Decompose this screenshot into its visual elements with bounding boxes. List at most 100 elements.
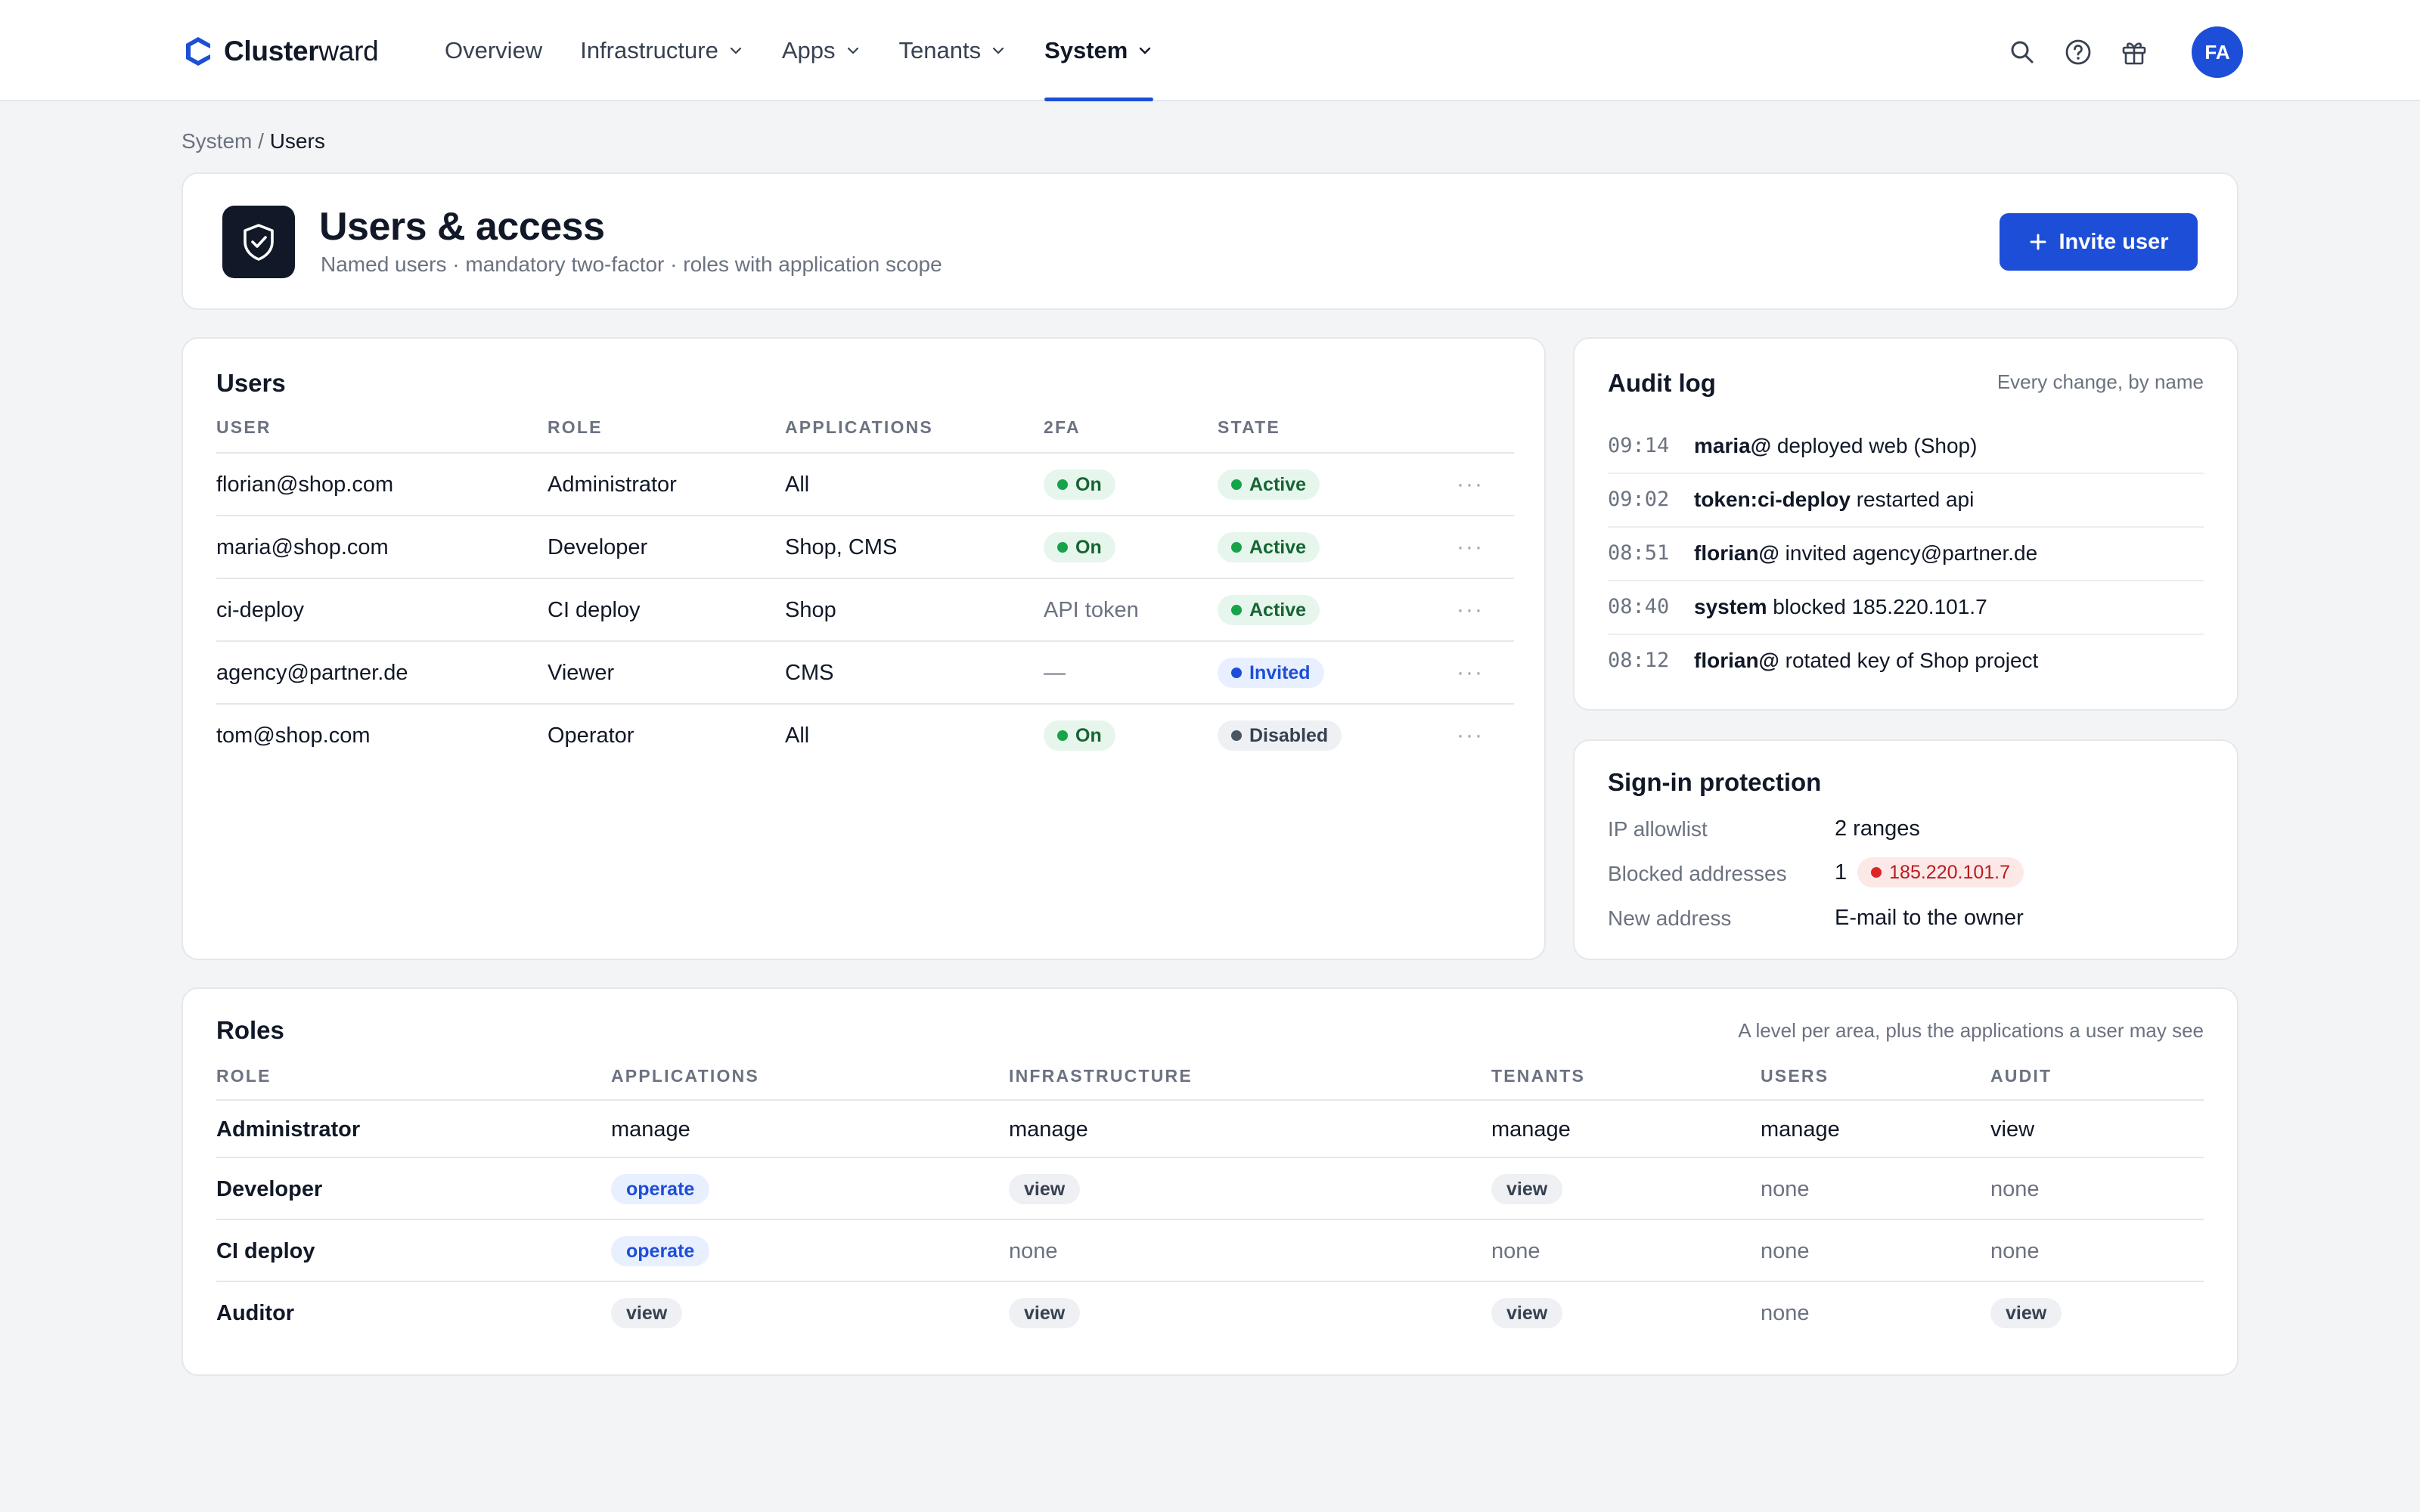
audit-actor: token:ci-deploy xyxy=(1694,487,1851,511)
table-row[interactable]: agency@partner.de Viewer CMS — Invited ··· xyxy=(216,640,1514,702)
more-actions-icon[interactable]: ··· xyxy=(1457,579,1484,641)
user-email: ci-deploy xyxy=(216,597,305,622)
gift-icon[interactable] xyxy=(2119,37,2149,67)
audit-entry[interactable]: 09:14 maria@ deployed web (Shop) xyxy=(1608,419,2204,472)
2fa-label: On xyxy=(1075,536,1102,558)
user-avatar[interactable]: FA xyxy=(2192,26,2243,78)
2fa-badge: On xyxy=(1044,469,1115,500)
role-level: none xyxy=(1761,1220,1810,1282)
page-subtitle: Named users · mandatory two-factor · rol… xyxy=(321,253,942,276)
audit-entry[interactable]: 09:02 token:ci-deploy restarted api xyxy=(1608,472,2204,526)
roles-col-tenants: TENANTS xyxy=(1491,1066,1586,1086)
nav-apps[interactable]: Apps xyxy=(782,0,861,101)
app-logo[interactable]: Clusterward xyxy=(183,33,379,70)
nav-overview[interactable]: Overview xyxy=(445,0,542,101)
user-role: Developer xyxy=(548,534,648,559)
status-dot xyxy=(1057,730,1068,741)
user-applications: CMS xyxy=(785,660,834,685)
status-dot xyxy=(1231,542,1242,553)
top-actions: FA xyxy=(2007,26,2243,78)
audit-entry[interactable]: 08:51 florian@ invited agency@partner.de xyxy=(1608,526,2204,580)
nav-infrastructure[interactable]: Infrastructure xyxy=(580,0,744,101)
level-badge: view xyxy=(1491,1174,1563,1204)
blocked-ip-badge[interactable]: 185.220.101.7 xyxy=(1857,857,2024,888)
level-text: manage xyxy=(1761,1117,1840,1142)
audit-time: 08:12 xyxy=(1608,649,1670,672)
role-level: none xyxy=(1990,1220,2040,1282)
user-applications: Shop xyxy=(785,597,836,622)
nav-tenants[interactable]: Tenants xyxy=(899,0,1007,101)
level-text: manage xyxy=(1491,1117,1571,1142)
user-email: maria@shop.com xyxy=(216,534,389,559)
2fa-badge: On xyxy=(1044,532,1115,562)
status-badge: Disabled xyxy=(1218,720,1342,751)
role-level: none xyxy=(1761,1282,1810,1344)
user-applications: Shop, CMS xyxy=(785,534,898,559)
invite-user-button[interactable]: Invite user xyxy=(2000,213,2198,271)
status-label: Active xyxy=(1249,599,1307,621)
app-name-light: ward xyxy=(318,36,379,67)
users-col-role: ROLE xyxy=(548,417,603,437)
table-row[interactable]: maria@shop.com Developer Shop, CMS On Active… xyxy=(216,515,1514,577)
chevron-down-icon xyxy=(1140,47,1151,54)
role-level: view xyxy=(1491,1158,1563,1220)
level-text: manage xyxy=(1009,1117,1088,1142)
audit-action: rotated key of Shop project xyxy=(1785,648,2039,672)
table-row[interactable]: tom@shop.com Operator All On Disabled ··· xyxy=(216,703,1514,765)
2fa-label: On xyxy=(1075,473,1102,495)
role-row[interactable]: CI deploy operate none none none none xyxy=(216,1219,2204,1281)
nav-system[interactable]: System xyxy=(1044,0,1154,101)
users-col-applications: APPLICATIONS xyxy=(785,417,933,437)
nav-apps-label: Apps xyxy=(781,37,836,64)
level-text: none xyxy=(1761,1238,1810,1263)
role-row[interactable]: Auditor view view view none view xyxy=(216,1281,2204,1343)
user-2fa: On xyxy=(1044,516,1115,578)
user-email: florian@shop.com xyxy=(216,472,394,497)
level-badge: view xyxy=(1990,1298,2062,1328)
audit-action: deployed web (Shop) xyxy=(1776,433,1978,457)
role-level: view xyxy=(1009,1282,1081,1344)
blocked-ip: 185.220.101.7 xyxy=(1889,861,2011,883)
audit-log-title: Audit log xyxy=(1608,369,1716,397)
more-actions-icon[interactable]: ··· xyxy=(1457,705,1484,767)
status-dot xyxy=(1057,542,1068,553)
roles-col-users: USERS xyxy=(1761,1066,1829,1086)
level-badge: view xyxy=(1491,1298,1563,1328)
more-actions-icon[interactable]: ··· xyxy=(1457,642,1484,704)
help-icon[interactable] xyxy=(2063,37,2093,67)
user-email: tom@shop.com xyxy=(216,723,371,748)
ip-allowlist-value-text[interactable]: 2 ranges xyxy=(1835,816,1920,841)
roles-caption: A level per area, plus the applications … xyxy=(1738,1019,2204,1042)
breadcrumb-parent[interactable]: System xyxy=(182,129,252,153)
more-actions-icon[interactable]: ··· xyxy=(1457,454,1484,516)
audit-action: invited agency@partner.de xyxy=(1785,541,2038,565)
users-title: Users xyxy=(216,369,286,397)
table-row[interactable]: ci-deploy CI deploy Shop API token Active ··· xyxy=(216,578,1514,640)
role-name: CI deploy xyxy=(216,1238,315,1263)
more-actions-icon[interactable]: ··· xyxy=(1457,516,1484,578)
role-level: view xyxy=(1491,1282,1563,1344)
user-state: Disabled xyxy=(1218,705,1342,767)
shield-icon xyxy=(222,206,295,278)
audit-entry[interactable]: 08:12 florian@ rotated key of Shop projec… xyxy=(1608,634,2204,687)
table-row[interactable]: florian@shop.com Administrator All On Active… xyxy=(216,452,1514,514)
breadcrumb-current: Users xyxy=(269,129,325,153)
role-row[interactable]: Administrator manage manage manage manage vie… xyxy=(216,1099,2204,1157)
status-label: Disabled xyxy=(1249,724,1329,746)
status-dot xyxy=(1231,668,1242,678)
new-address-value-text: E-mail to the owner xyxy=(1835,906,2024,930)
audit-action: restarted api xyxy=(1856,487,1975,511)
role-level: manage xyxy=(1761,1101,1840,1158)
user-email: agency@partner.de xyxy=(216,660,408,685)
role-row[interactable]: Developer operate view view none none xyxy=(216,1157,2204,1219)
user-role: CI deploy xyxy=(548,597,641,622)
users-card: Users USER ROLE APPLICATIONS 2FA STATE f… xyxy=(182,337,1546,960)
audit-entry[interactable]: 08:40 system blocked 185.220.101.7 xyxy=(1608,580,2204,634)
audit-text: maria@ deployed web (Shop) xyxy=(1694,434,1977,458)
user-state: Invited xyxy=(1218,642,1324,704)
search-icon[interactable] xyxy=(2007,37,2037,67)
role-level: view xyxy=(1990,1282,2062,1344)
status-dot xyxy=(1231,730,1242,741)
audit-actor: florian@ xyxy=(1694,541,1779,565)
sign-in-protection-title: Sign-in protection xyxy=(1608,768,1822,796)
